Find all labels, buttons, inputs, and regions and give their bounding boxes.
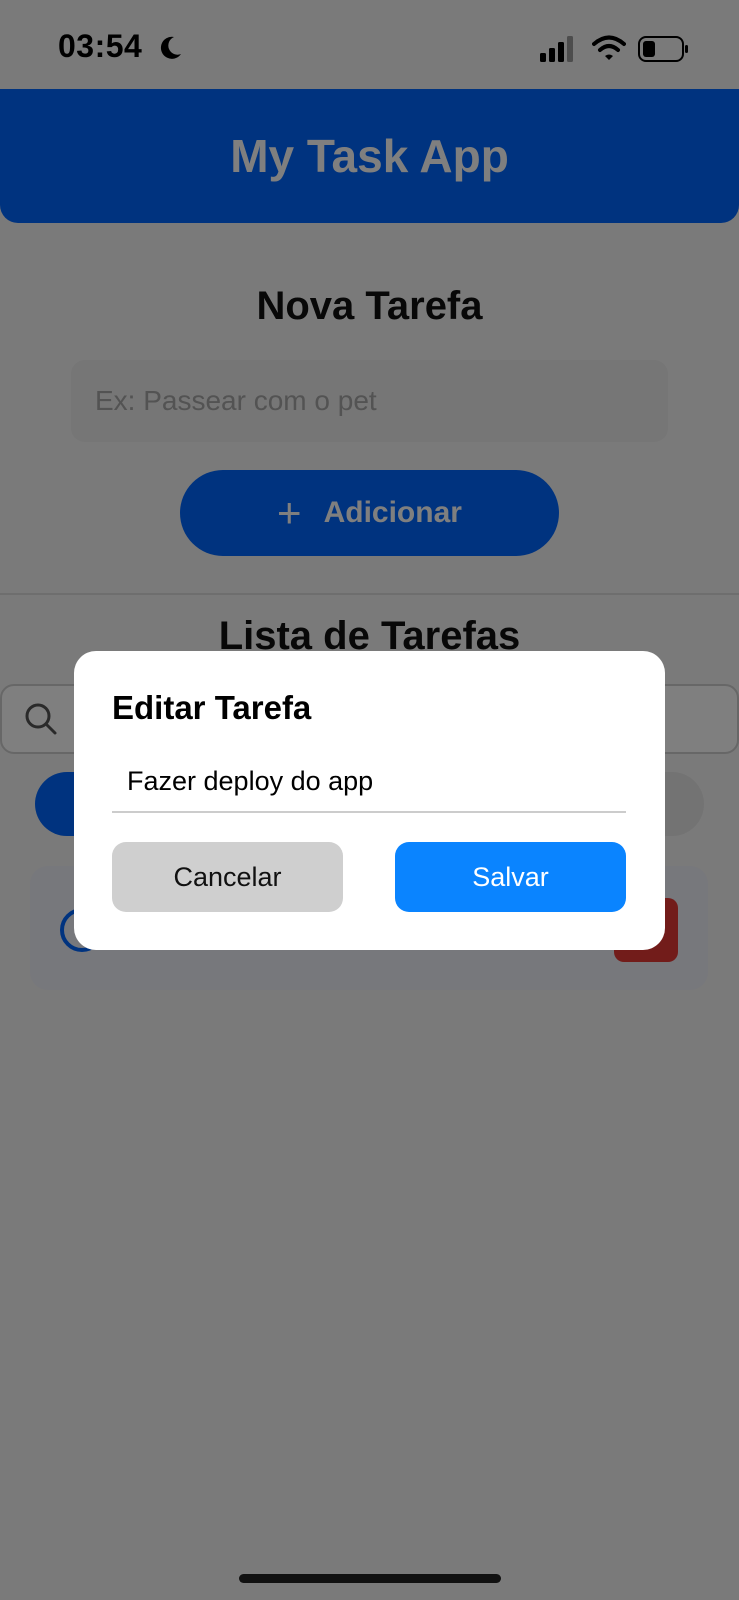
cancel-button[interactable]: Cancelar [112,842,343,912]
app-screen: 03:54 My Task App Nova Tarefa + Adiciona… [0,0,739,1600]
home-indicator[interactable] [239,1574,501,1583]
save-button[interactable]: Salvar [395,842,626,912]
modal-title: Editar Tarefa [112,689,312,726]
edit-task-input[interactable] [112,751,626,813]
edit-task-modal: Editar Tarefa Cancelar Salvar [74,651,665,950]
